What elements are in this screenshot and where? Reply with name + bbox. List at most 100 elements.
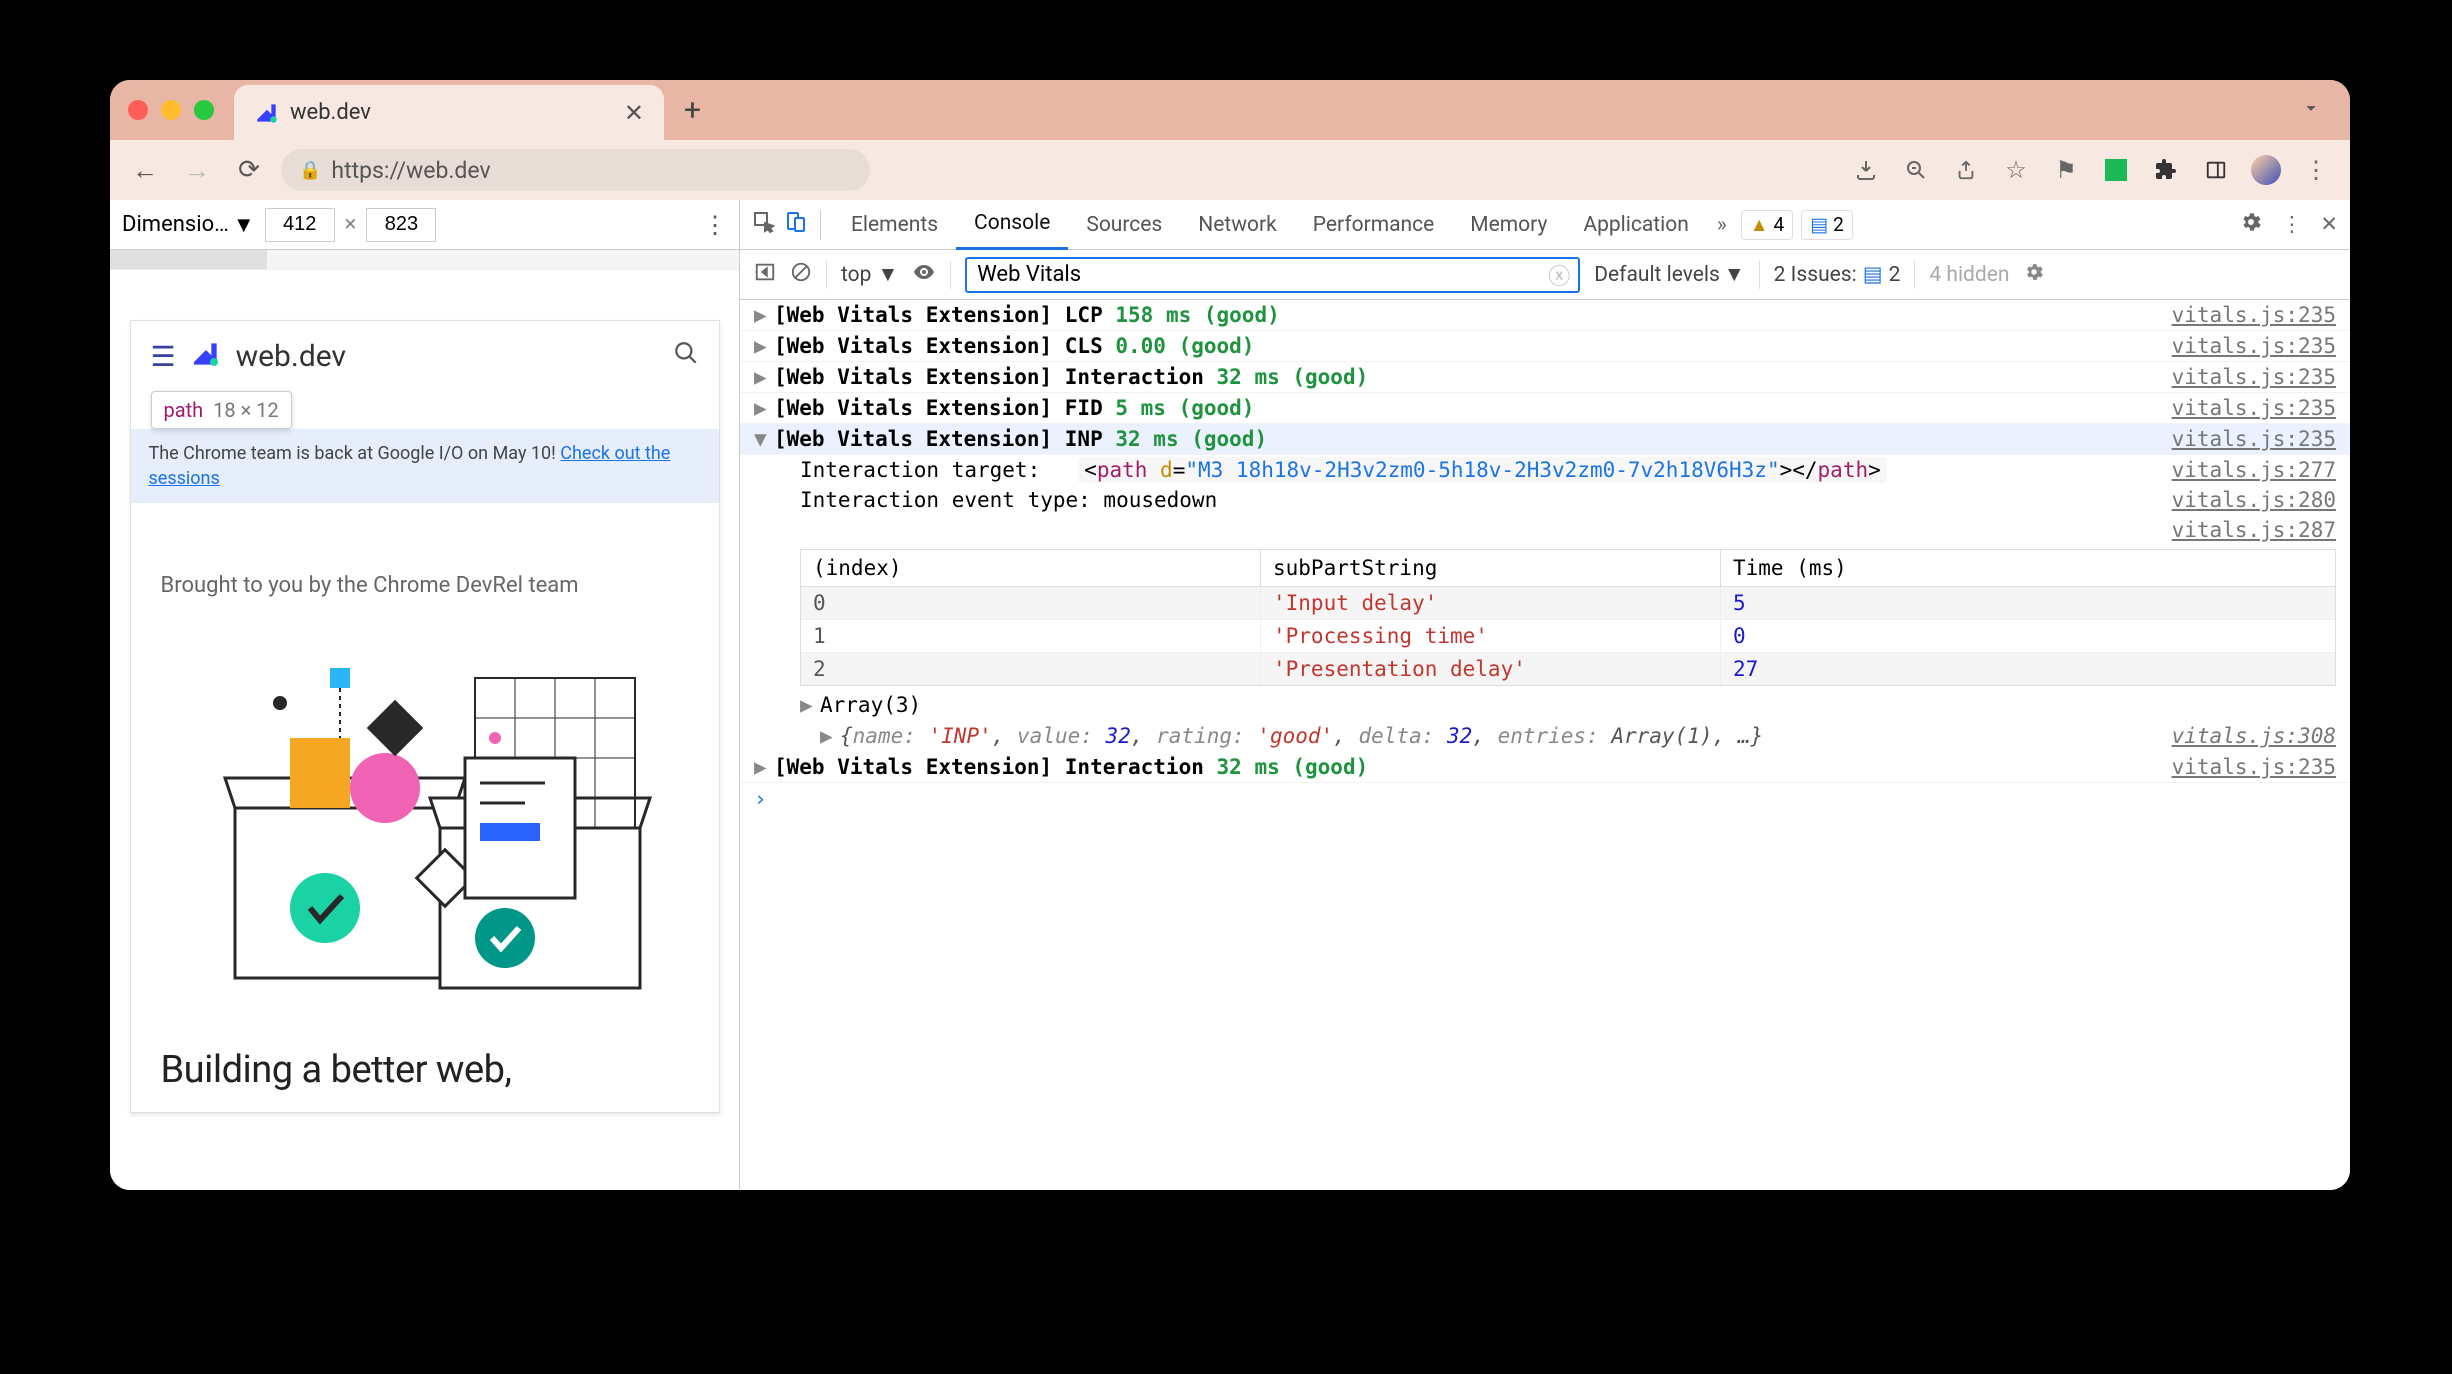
forward-button[interactable]: → xyxy=(177,155,217,186)
content-area: Dimensio… ▼ × ⋮ ☰ web.dev xyxy=(110,200,2350,1190)
url-text: https://web.dev xyxy=(331,157,490,184)
table-header: Time (ms) xyxy=(1721,550,2335,586)
toggle-device-icon[interactable] xyxy=(784,210,808,240)
disclosure-triangle-icon[interactable]: ▶ xyxy=(754,303,774,327)
table-row: 0'Input delay'5 xyxy=(801,587,2335,620)
close-tab-icon[interactable]: ✕ xyxy=(624,99,644,127)
messages-badge[interactable]: ▤2 xyxy=(1801,210,1853,240)
install-icon[interactable] xyxy=(1847,158,1885,182)
toggle-sidebar-icon[interactable] xyxy=(754,261,776,289)
maximize-window-button[interactable] xyxy=(194,100,214,120)
source-link[interactable]: vitals.js:287 xyxy=(2172,518,2336,542)
dimensions-dropdown[interactable]: Dimensio… ▼ xyxy=(122,212,255,238)
source-link[interactable]: vitals.js:235 xyxy=(2172,396,2336,420)
devtools-tab-elements[interactable]: Elements xyxy=(833,200,956,250)
disclosure-triangle-icon[interactable]: ▶ xyxy=(800,693,820,717)
console-object-row[interactable]: ▶{name: 'INP', value: 32, rating: 'good'… xyxy=(740,720,2350,752)
chevron-down-icon: ▼ xyxy=(1724,263,1745,287)
kebab-menu-icon[interactable]: ⋮ xyxy=(2297,156,2335,184)
console-log-row[interactable]: ▼[Web Vitals Extension] INP 32 ms (good)… xyxy=(740,424,2350,455)
console-table: (index)subPartStringTime (ms)0'Input del… xyxy=(800,549,2336,686)
zoom-icon[interactable] xyxy=(1897,158,1935,182)
source-link[interactable]: vitals.js:235 xyxy=(2172,427,2336,451)
inspect-element-icon[interactable] xyxy=(752,210,776,240)
flag-icon[interactable]: ⚑ xyxy=(2047,156,2085,184)
console-log-row[interactable]: ▶[Web Vitals Extension] CLS 0.00 (good)v… xyxy=(740,331,2350,362)
emulated-viewport: ☰ web.dev path 18 × 12 The xyxy=(110,270,739,1190)
disclosure-triangle-icon[interactable]: ▶ xyxy=(754,755,774,779)
devtools-tab-application[interactable]: Application xyxy=(1565,200,1706,250)
disclosure-triangle-icon[interactable]: ▶ xyxy=(754,396,774,420)
sidepanel-icon[interactable] xyxy=(2197,159,2235,181)
console-prompt[interactable]: › xyxy=(740,783,2350,815)
source-link[interactable]: vitals.js:235 xyxy=(2172,365,2336,389)
console-log-row[interactable]: ▶[Web Vitals Extension] Interaction 32 m… xyxy=(740,362,2350,393)
devtools-tab-sources[interactable]: Sources xyxy=(1068,200,1180,250)
devtools-tab-console[interactable]: Console xyxy=(956,200,1068,250)
console-log-row[interactable]: ▶[Web Vitals Extension] FID 5 ms (good)v… xyxy=(740,393,2350,424)
source-link[interactable]: vitals.js:277 xyxy=(2172,458,2336,482)
more-tabs-icon[interactable]: » xyxy=(1717,213,1727,237)
clear-console-icon[interactable] xyxy=(790,261,812,289)
inspect-tools xyxy=(752,210,821,240)
tab-title: web.dev xyxy=(290,100,614,125)
chevron-down-icon: ▼ xyxy=(877,263,898,287)
devtools-tab-memory[interactable]: Memory xyxy=(1452,200,1565,250)
tooltip-dimensions: 18 × 12 xyxy=(213,398,279,422)
clear-filter-icon[interactable]: ⓧ xyxy=(1548,259,1570,291)
source-link[interactable]: vitals.js:280 xyxy=(2172,488,2336,512)
new-tab-button[interactable]: + xyxy=(684,93,701,128)
warnings-badge[interactable]: ▲4 xyxy=(1741,210,1794,240)
disclosure-triangle-icon[interactable]: ▶ xyxy=(754,365,774,389)
console-log-row[interactable]: ▶[Web Vitals Extension] LCP 158 ms (good… xyxy=(740,300,2350,331)
close-window-button[interactable] xyxy=(128,100,148,120)
tabs-dropdown-icon[interactable] xyxy=(2300,97,2322,123)
live-expression-icon[interactable] xyxy=(912,260,936,290)
bookmark-icon[interactable]: ☆ xyxy=(1997,156,2035,184)
device-mode-pane: Dimensio… ▼ × ⋮ ☰ web.dev xyxy=(110,200,740,1190)
browser-tab[interactable]: web.dev ✕ xyxy=(234,85,664,140)
profile-avatar[interactable] xyxy=(2247,155,2285,185)
disclosure-triangle-icon[interactable]: ▶ xyxy=(820,724,840,748)
source-link[interactable]: vitals.js:308 xyxy=(2172,724,2336,748)
share-icon[interactable] xyxy=(1947,159,1985,181)
close-devtools-icon[interactable]: ✕ xyxy=(2320,212,2338,237)
issues-link[interactable]: 2 Issues: ▤ 2 xyxy=(1774,262,1901,287)
disclosure-triangle-icon[interactable]: ▶ xyxy=(754,334,774,358)
address-bar[interactable]: 🔒 https://web.dev xyxy=(281,149,870,191)
source-link[interactable]: vitals.js:235 xyxy=(2172,334,2336,358)
reload-button[interactable]: ⟳ xyxy=(229,155,269,185)
devtools-kebab-icon[interactable]: ⋮ xyxy=(2281,212,2302,237)
browser-window: web.dev ✕ + ← → ⟳ 🔒 https://web.dev ☆ ⚑ xyxy=(110,80,2350,1190)
page-body: Brought to you by the Chrome DevRel team xyxy=(131,503,719,1112)
device-options-icon[interactable]: ⋮ xyxy=(703,211,727,239)
height-input[interactable] xyxy=(366,208,436,242)
console-settings-icon[interactable] xyxy=(2023,261,2045,289)
devtools-tab-performance[interactable]: Performance xyxy=(1295,200,1452,250)
filter-input[interactable]: Web Vitals ⓧ xyxy=(965,257,1580,293)
minimize-window-button[interactable] xyxy=(161,100,181,120)
source-link[interactable]: vitals.js:235 xyxy=(2172,755,2336,779)
back-button[interactable]: ← xyxy=(125,155,165,186)
extension-square-icon[interactable] xyxy=(2097,159,2135,181)
chevron-down-icon: ▼ xyxy=(233,212,255,238)
table-header: (index) xyxy=(801,550,1261,586)
page-header: ☰ web.dev xyxy=(131,321,719,391)
tooltip-element-name: path xyxy=(164,398,204,422)
element-tooltip: path 18 × 12 xyxy=(151,391,292,429)
hamburger-icon[interactable]: ☰ xyxy=(151,340,176,373)
context-selector[interactable]: top ▼ xyxy=(841,263,898,287)
width-input[interactable] xyxy=(265,208,335,242)
devtools-tab-network[interactable]: Network xyxy=(1180,200,1295,250)
array-summary-row[interactable]: ▶Array(3) xyxy=(740,690,2350,720)
log-levels-dropdown[interactable]: Default levels ▼ xyxy=(1594,263,1744,287)
disclosure-triangle-icon[interactable]: ▼ xyxy=(754,427,774,451)
settings-icon[interactable] xyxy=(2239,210,2263,240)
titlebar: web.dev ✕ + xyxy=(110,80,2350,140)
hero-illustration xyxy=(161,628,689,1008)
search-icon[interactable] xyxy=(673,340,699,373)
devtools-panel: ElementsConsoleSourcesNetworkPerformance… xyxy=(740,200,2350,1190)
console-log-row[interactable]: ▶[Web Vitals Extension] Interaction 32 m… xyxy=(740,752,2350,783)
extensions-icon[interactable] xyxy=(2147,158,2185,182)
source-link[interactable]: vitals.js:235 xyxy=(2172,303,2336,327)
